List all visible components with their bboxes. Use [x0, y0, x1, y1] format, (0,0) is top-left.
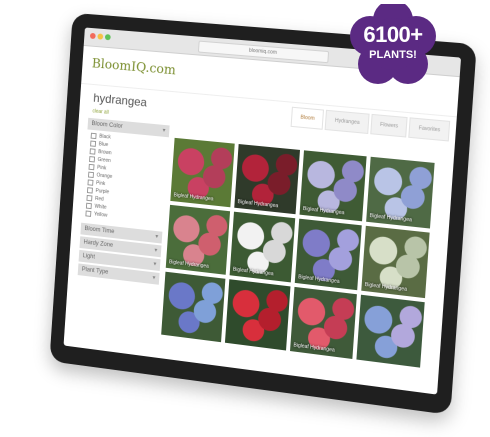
plant-result-tile[interactable]: Bigleaf Hydrangea — [229, 211, 296, 283]
plant-result-tile[interactable] — [356, 294, 425, 368]
plant-result-tile[interactable]: Bigleaf Hydrangea — [234, 144, 301, 215]
chevron-down-icon: ▾ — [155, 233, 159, 241]
plant-caption: Bigleaf Hydrangea — [369, 212, 413, 224]
chevron-down-icon: ▾ — [152, 275, 156, 282]
bloom-color-options: Black Blue Brown Green Pink Orange Pink … — [82, 131, 169, 225]
logo-text: BloomIQ.com — [91, 56, 177, 79]
tab-flowers[interactable]: Flowers — [370, 113, 409, 138]
plant-caption: Bigleaf Hydrangea — [297, 274, 340, 286]
checkbox-icon — [90, 140, 97, 147]
checkbox-icon — [85, 202, 92, 210]
checkbox-icon — [87, 171, 94, 179]
tab-bloom[interactable]: Bloom — [290, 106, 325, 130]
checkbox-icon — [88, 163, 95, 171]
checkbox-icon — [89, 156, 96, 163]
promo-label: PLANTS! — [369, 49, 417, 61]
plant-result-tile[interactable]: Bigleaf Hydrangea — [299, 150, 367, 222]
plant-result-tile[interactable]: Bigleaf Hydrangea — [170, 137, 235, 208]
plant-result-tile[interactable]: Bigleaf Hydrangea — [361, 225, 430, 299]
checkbox-icon — [90, 132, 97, 140]
maximize-button[interactable] — [104, 34, 111, 41]
results-grid: Bigleaf Hydrangea Bigleaf Hydrangea Biglea… — [161, 137, 447, 369]
plant-result-tile[interactable]: Bigleaf Hydrangea — [290, 286, 357, 359]
tab-favorites[interactable]: Favorites — [408, 117, 451, 142]
plant-result-tile[interactable]: Bigleaf Hydrangea — [366, 156, 435, 229]
plant-result-tile[interactable] — [161, 271, 226, 343]
close-button[interactable] — [89, 32, 96, 40]
plant-caption: Bigleaf Hydrangea — [173, 192, 214, 203]
promo-badge: 6100+ PLANTS! — [338, 0, 448, 84]
plant-caption: Bigleaf Hydrangea — [293, 342, 335, 354]
checkbox-icon — [86, 187, 93, 194]
checkbox-icon — [86, 194, 93, 202]
plant-result-tile[interactable] — [224, 279, 291, 351]
plant-caption: Bigleaf Hydrangea — [302, 205, 345, 217]
checkbox-icon — [89, 148, 96, 155]
site-logo[interactable]: BloomIQ.com — [91, 56, 176, 78]
checkbox-icon — [87, 179, 94, 186]
chevron-down-icon: ▾ — [154, 247, 158, 254]
plant-result-tile[interactable]: Bigleaf Hydrangea — [294, 218, 362, 291]
plant-caption: Bigleaf Hydrangea — [364, 281, 408, 293]
plant-result-tile[interactable]: Bigleaf Hydrangea — [165, 204, 231, 275]
checkbox-icon — [85, 210, 92, 217]
filter-label: Bloom Color — [91, 121, 123, 130]
minimize-button[interactable] — [97, 33, 104, 40]
chevron-down-icon: ▾ — [162, 127, 166, 134]
plant-caption: Bigleaf Hydrangea — [168, 259, 209, 270]
clear-all-link[interactable]: clear all — [92, 108, 109, 115]
tablet-device: bloomiq.com BloomIQ.com hydrangea clear … — [0, 0, 490, 437]
chevron-down-icon: ▾ — [153, 261, 157, 268]
search-query[interactable]: hydrangea — [93, 91, 147, 110]
tab-hydrangea[interactable]: Hydrangea — [325, 109, 370, 135]
plant-caption: Bigleaf Hydrangea — [232, 266, 274, 278]
plant-caption: Bigleaf Hydrangea — [237, 199, 279, 210]
promo-count: 6100+ — [363, 22, 423, 47]
filter-sidebar: Bloom Color ▾ Black Blue Brown Green Pin… — [77, 117, 170, 287]
